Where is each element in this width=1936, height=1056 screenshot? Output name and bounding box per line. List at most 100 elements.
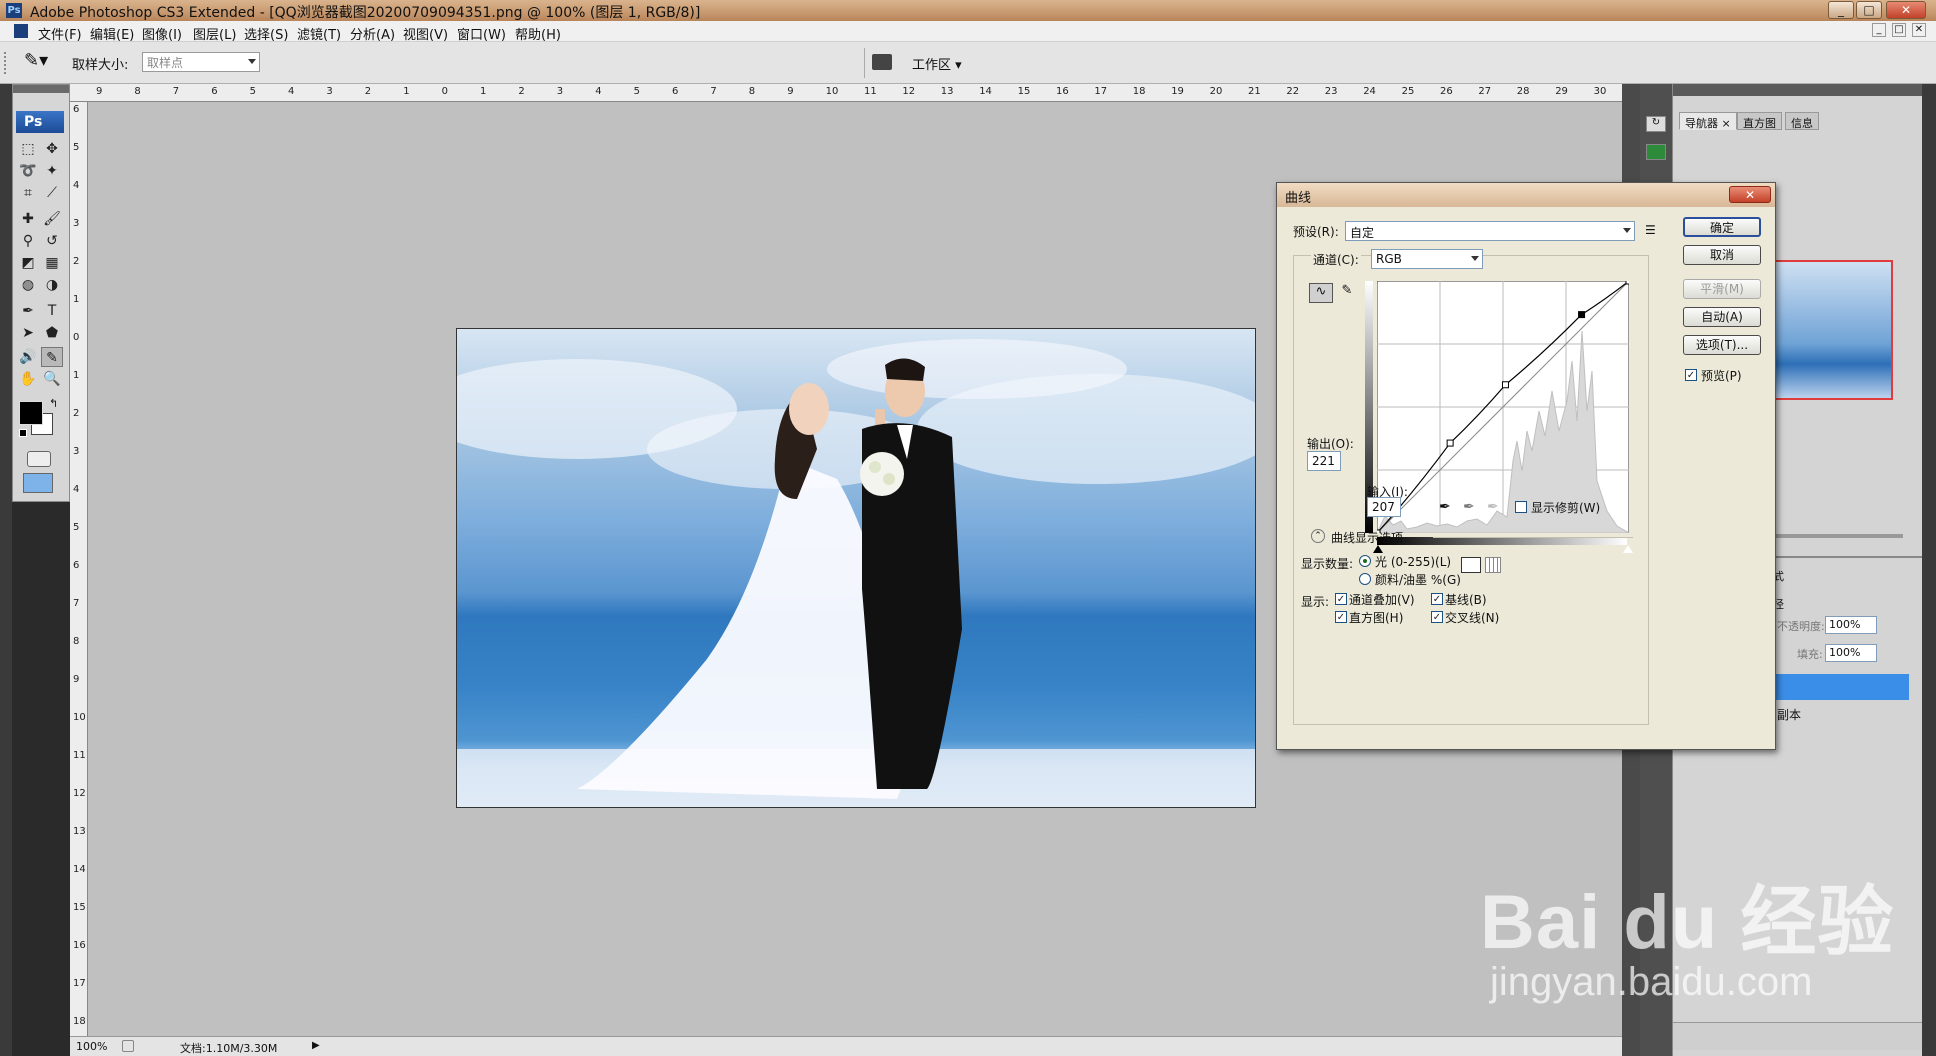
maximize-button[interactable]: □ — [1856, 1, 1882, 19]
black-eyedropper-icon[interactable]: ✒ — [1439, 499, 1451, 515]
fill-input[interactable]: 100% — [1825, 644, 1877, 662]
photoshop-logo[interactable]: Ps — [16, 111, 64, 133]
doc-close-button[interactable]: ✕ — [1912, 23, 1926, 37]
pigment-radio[interactable] — [1359, 573, 1371, 585]
histogram-label[interactable]: 直方图(H) — [1349, 609, 1403, 626]
preset-select[interactable]: 自定 — [1345, 221, 1635, 241]
navigator-zoom-slider[interactable] — [1773, 534, 1903, 538]
pencil-icon[interactable]: ✎ — [1337, 283, 1357, 303]
channel-select[interactable]: RGB — [1371, 249, 1483, 269]
dodge-tool-icon[interactable]: ◑ — [41, 275, 63, 295]
layer-row-selected[interactable] — [1773, 674, 1909, 700]
curve-control-point[interactable] — [1578, 311, 1586, 319]
menu-view[interactable]: 视图(V) — [403, 24, 448, 43]
menu-help[interactable]: 帮助(H) — [515, 24, 561, 43]
workspace-icon[interactable] — [872, 54, 892, 70]
curve-edit-icon[interactable]: ∿ — [1309, 283, 1333, 303]
marquee-tool-icon[interactable]: ⬚ — [17, 139, 39, 159]
status-icon[interactable] — [122, 1040, 134, 1052]
ok-button[interactable]: 确定 — [1683, 217, 1761, 237]
histogram-checkbox[interactable]: ✓ — [1335, 611, 1347, 623]
menu-filter[interactable]: 滤镜(T) — [297, 24, 341, 43]
menu-select[interactable]: 选择(S) — [244, 24, 288, 43]
notes-tool-icon[interactable]: 🔊 — [17, 347, 39, 367]
history-brush-tool-icon[interactable]: ↺ — [41, 231, 63, 251]
slice-tool-icon[interactable]: ⟋ — [41, 183, 63, 203]
shape-tool-icon[interactable]: ⬟ — [41, 323, 63, 343]
hand-tool-icon[interactable]: ✋ — [17, 369, 39, 389]
toolbox-header[interactable] — [13, 85, 69, 93]
black-point-slider[interactable] — [1373, 545, 1383, 553]
preview-checkbox[interactable]: ✓ — [1685, 369, 1697, 381]
close-button[interactable]: ✕ — [1886, 1, 1926, 19]
detailed-grid-icon[interactable] — [1485, 557, 1501, 573]
gradient-tool-icon[interactable]: ▦ — [41, 253, 63, 273]
input-input[interactable]: 207 — [1367, 497, 1401, 517]
history-panel-icon[interactable]: ↻ — [1646, 116, 1666, 132]
default-colors-icon[interactable] — [19, 429, 27, 437]
auto-button[interactable]: 自动(A) — [1683, 307, 1761, 327]
baseline-checkbox[interactable]: ✓ — [1431, 593, 1443, 605]
menu-layer[interactable]: 图层(L) — [193, 24, 236, 43]
show-clipping-checkbox[interactable] — [1515, 501, 1527, 513]
channel-overlays-label[interactable]: 通道叠加(V) — [1349, 591, 1415, 608]
healing-brush-tool-icon[interactable]: ✚ — [17, 209, 39, 229]
curve-graph[interactable] — [1377, 281, 1629, 533]
path-selection-tool-icon[interactable]: ➤ — [17, 323, 39, 343]
eyedropper-tool-preset-icon[interactable]: ✎▾ — [24, 50, 60, 74]
intersection-label[interactable]: 交叉线(N) — [1445, 609, 1499, 626]
menu-image[interactable]: 图像(I) — [142, 24, 182, 43]
preview-label[interactable]: 预览(P) — [1701, 367, 1742, 384]
baseline-label[interactable]: 基线(B) — [1445, 591, 1487, 608]
zoom-tool-icon[interactable]: 🔍 — [41, 369, 63, 389]
crop-tool-icon[interactable]: ⌗ — [17, 183, 39, 203]
layer-row-copy[interactable]: 副本 — [1777, 706, 1801, 723]
swap-colors-icon[interactable]: ↰ — [49, 397, 58, 410]
pen-tool-icon[interactable]: ✒ — [17, 301, 39, 321]
simple-grid-icon[interactable] — [1461, 557, 1481, 573]
move-tool-icon[interactable]: ✥ — [41, 139, 63, 159]
magic-wand-tool-icon[interactable]: ✦ — [41, 161, 63, 181]
channel-overlays-checkbox[interactable]: ✓ — [1335, 593, 1347, 605]
gray-eyedropper-icon[interactable]: ✒ — [1463, 499, 1475, 515]
output-input[interactable]: 221 — [1307, 451, 1341, 471]
actions-panel-icon[interactable] — [1646, 144, 1666, 160]
curve-control-point[interactable] — [1446, 439, 1454, 447]
dialog-title-bar[interactable]: 曲线 ✕ — [1277, 183, 1775, 207]
workspace-menu[interactable]: 工作区 ▾ — [912, 54, 962, 73]
white-point-slider[interactable] — [1623, 545, 1633, 553]
intersection-checkbox[interactable]: ✓ — [1431, 611, 1443, 623]
tab-info[interactable]: 信息 — [1785, 112, 1819, 130]
brush-tool-icon[interactable]: 🖌 — [41, 209, 63, 229]
minimize-button[interactable]: _ — [1828, 1, 1854, 19]
navigator-thumbnail[interactable] — [1773, 260, 1893, 400]
doc-restore-button[interactable]: □ — [1892, 23, 1906, 37]
options-button[interactable]: 选项(T)... — [1683, 335, 1761, 355]
screen-mode-icon[interactable] — [23, 473, 53, 493]
curve-control-point[interactable] — [1625, 281, 1629, 285]
menu-file[interactable]: 文件(F) — [38, 24, 82, 43]
foreground-color-swatch[interactable] — [19, 401, 43, 425]
zoom-level[interactable]: 100% — [76, 1040, 107, 1053]
menu-edit[interactable]: 编辑(E) — [90, 24, 134, 43]
light-option-label[interactable]: 光 (0-255)(L) — [1375, 553, 1451, 570]
eyedropper-tool-icon[interactable]: ✎ — [41, 347, 63, 367]
sample-size-select[interactable]: 取样点 — [142, 52, 260, 72]
smooth-button[interactable]: 平滑(M) — [1683, 279, 1761, 299]
status-menu-arrow-icon[interactable]: ▶ — [312, 1040, 320, 1051]
opacity-input[interactable]: 100% — [1825, 616, 1877, 634]
menu-analysis[interactable]: 分析(A) — [350, 24, 395, 43]
dialog-close-button[interactable]: ✕ — [1729, 186, 1771, 203]
curve-control-point[interactable] — [1501, 381, 1509, 389]
tab-navigator[interactable]: 导航器 × — [1679, 112, 1737, 130]
quick-mask-icon[interactable] — [27, 451, 51, 467]
white-eyedropper-icon[interactable]: ✒ — [1487, 499, 1499, 515]
tab-histogram[interactable]: 直方图 — [1737, 112, 1782, 130]
doc-minimize-button[interactable]: _ — [1872, 23, 1886, 37]
blur-tool-icon[interactable]: ◍ — [17, 275, 39, 295]
light-radio[interactable] — [1359, 555, 1371, 567]
menu-window[interactable]: 窗口(W) — [457, 24, 506, 43]
preset-options-icon[interactable]: ☰ — [1645, 223, 1656, 237]
eraser-tool-icon[interactable]: ◩ — [17, 253, 39, 273]
pigment-option-label[interactable]: 颜料/油墨 %(G) — [1375, 571, 1461, 588]
